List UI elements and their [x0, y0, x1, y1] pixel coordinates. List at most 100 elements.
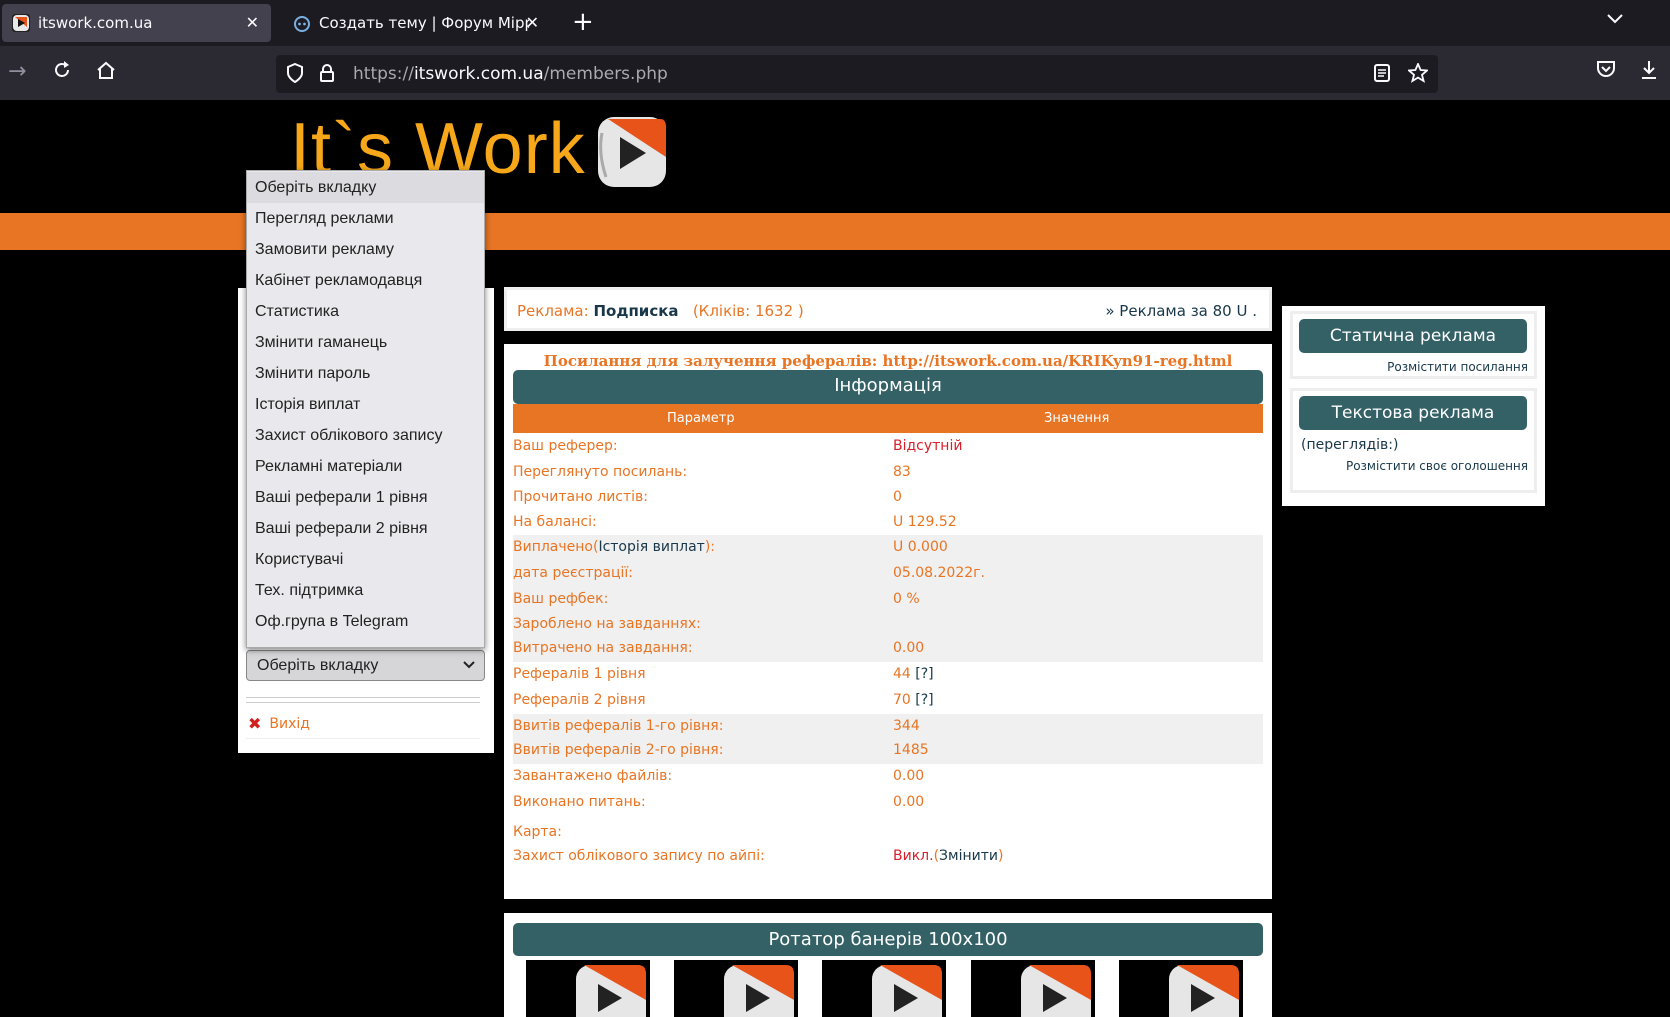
- row-value: U 129.52: [893, 514, 957, 530]
- row-value: Викл.(Змінити): [893, 848, 1004, 864]
- dropdown-option[interactable]: Ваші реферали 1 рівня: [247, 482, 484, 513]
- reader-view-icon[interactable]: [1374, 63, 1390, 88]
- column-header-value: Значення: [1044, 411, 1110, 426]
- new-tab-icon[interactable]: +: [572, 8, 594, 36]
- static-ad-button[interactable]: Статична реклама: [1299, 319, 1527, 353]
- dropdown-option[interactable]: Рекламні матеріали: [247, 451, 484, 482]
- dropdown-option[interactable]: Оберіть вкладку: [247, 172, 484, 203]
- referral-link[interactable]: Посилання для залучення рефералів: http:…: [504, 352, 1272, 370]
- tab-itswork[interactable]: itswork.com.ua ✕: [2, 4, 271, 42]
- dropdown-option[interactable]: Тех. підтримка: [247, 575, 484, 606]
- table-row: Ввитів рефералів 1-го рівня: 344: [513, 714, 1263, 740]
- ad-bar: Реклама: Подписка (Кліків: 1632 ) » Рекл…: [504, 287, 1272, 331]
- dropdown-option[interactable]: Кабінет рекламодавця: [247, 265, 484, 296]
- tab-mipped[interactable]: Создать тему | Форум Mipped ✕: [283, 4, 551, 42]
- dropdown-option[interactable]: Оф.група в Telegram: [247, 606, 484, 637]
- divider: [246, 697, 480, 698]
- reload-icon[interactable]: [52, 60, 72, 86]
- row-value: 83: [893, 464, 911, 480]
- banner-image[interactable]: [526, 960, 650, 1017]
- table-row: Ваш реферер: Відсутній: [513, 434, 1263, 460]
- site-logo-icon: [594, 113, 670, 191]
- tab-select[interactable]: Оберіть вкладку: [246, 650, 485, 681]
- table-row: На балансі: U 129.52: [513, 510, 1263, 536]
- table-row: Виплачено(Історія виплат): U 0.000: [513, 535, 1263, 561]
- dropdown-option[interactable]: Користувачі: [247, 544, 484, 575]
- place-link-link[interactable]: Розмістити посилання: [1387, 360, 1528, 374]
- table-row: Переглянуто посилань: 83: [513, 460, 1263, 486]
- dropdown-option[interactable]: Перегляд реклами: [247, 203, 484, 234]
- pocket-icon[interactable]: [1596, 60, 1616, 84]
- row-param: дата реєстрації:: [513, 565, 633, 581]
- chevron-down-icon[interactable]: [1606, 10, 1624, 29]
- ad-name-link[interactable]: Подписка: [593, 302, 678, 320]
- row-param: Ввитів рефералів 2-го рівня:: [513, 742, 724, 758]
- info-header: Інформація: [513, 370, 1263, 404]
- exit-link[interactable]: ✖ Вихід: [248, 714, 310, 733]
- text-ad-views: (переглядів:): [1301, 437, 1399, 453]
- table-row: Ввитів рефералів 2-го рівня: 1485: [513, 738, 1263, 764]
- row-param: Карта:: [513, 824, 562, 840]
- help-link[interactable]: [?]: [915, 692, 933, 708]
- dropdown-option[interactable]: Історія виплат: [247, 389, 484, 420]
- dropdown-option[interactable]: Статистика: [247, 296, 484, 327]
- shield-icon[interactable]: [286, 62, 304, 88]
- chevron-down-icon: [462, 651, 476, 680]
- table-row: Витрачено на завдання: 0.00: [513, 636, 1263, 662]
- place-ad-link[interactable]: Розмістити своє оголошення: [1346, 459, 1528, 473]
- tab-bar: itswork.com.ua ✕ Создать тему | Форум Mi…: [0, 0, 1670, 46]
- close-tab-icon[interactable]: ✕: [246, 13, 259, 32]
- table-row: Зароблено на завданнях:: [513, 612, 1263, 638]
- close-icon: ✖: [248, 714, 262, 733]
- row-param: Рефералів 2 рівня: [513, 692, 646, 708]
- nav-bar: → https://itswork.com.ua/members.php: [0, 46, 1670, 100]
- forward-icon[interactable]: →: [8, 60, 26, 84]
- banner-image[interactable]: [674, 960, 798, 1017]
- column-header-param: Параметр: [667, 411, 735, 426]
- url-bar[interactable]: https://itswork.com.ua/members.php: [276, 55, 1438, 93]
- bookmark-star-icon[interactable]: [1406, 61, 1430, 88]
- banner-image[interactable]: [822, 960, 946, 1017]
- ad-price-link[interactable]: » Реклама за 80 U .: [1105, 302, 1257, 320]
- home-icon[interactable]: [95, 60, 117, 86]
- row-param: Захист облікового запису по айпі:: [513, 848, 765, 864]
- row-param: Виконано питань:: [513, 794, 646, 810]
- dropdown-option[interactable]: Захист облікового запису: [247, 420, 484, 451]
- dropdown-option[interactable]: Замовити рекламу: [247, 234, 484, 265]
- tab-select-value: Оберіть вкладку: [257, 657, 379, 674]
- table-row: Завантажено файлів: 0.00: [513, 764, 1263, 790]
- banner-rotator: Ротатор банерів 100x100: [504, 913, 1272, 1017]
- row-param: Ввитів рефералів 1-го рівня:: [513, 718, 724, 734]
- ad-label: Реклама:: [517, 302, 589, 320]
- lock-icon[interactable]: [319, 63, 335, 88]
- banner-image[interactable]: [971, 960, 1095, 1017]
- divider: [246, 702, 480, 703]
- table-row: Рефералів 1 рівня 44 [?]: [513, 662, 1263, 688]
- tab-title: Создать тему | Форум Mipped: [319, 14, 529, 32]
- row-param: Виплачено(Історія виплат):: [513, 539, 716, 555]
- dropdown-option[interactable]: Ваші реферали 2 рівня: [247, 513, 484, 544]
- row-param: Ваш реферер:: [513, 438, 618, 454]
- payout-history-link[interactable]: Історія виплат: [598, 539, 704, 555]
- table-row: Прочитано листів: 0: [513, 485, 1263, 511]
- url-text[interactable]: https://itswork.com.ua/members.php: [353, 64, 668, 84]
- row-value: U 0.000: [893, 539, 948, 555]
- tab-dropdown-list: Оберіть вкладку Перегляд реклами Замовит…: [246, 170, 485, 648]
- row-value: 344: [893, 718, 920, 734]
- download-icon[interactable]: [1640, 60, 1658, 86]
- row-value: 44 [?]: [893, 666, 934, 682]
- row-value: 0: [893, 489, 902, 505]
- text-ad-button[interactable]: Текстова реклама: [1299, 396, 1527, 430]
- help-link[interactable]: [?]: [915, 666, 933, 682]
- row-param: На балансі:: [513, 514, 597, 530]
- table-row: Карта:: [513, 820, 1263, 846]
- itswork-favicon-icon: [12, 14, 30, 32]
- close-tab-icon[interactable]: ✕: [526, 13, 539, 32]
- dropdown-option[interactable]: Змінити гаманець: [247, 327, 484, 358]
- table-row: Захист облікового запису по айпі: Викл.(З…: [513, 844, 1263, 870]
- row-param: Прочитано листів:: [513, 489, 649, 505]
- dropdown-option[interactable]: Змінити пароль: [247, 358, 484, 389]
- change-ip-protection-link[interactable]: Змінити: [939, 848, 998, 864]
- banner-image[interactable]: [1119, 960, 1243, 1017]
- row-value: 70 [?]: [893, 692, 934, 708]
